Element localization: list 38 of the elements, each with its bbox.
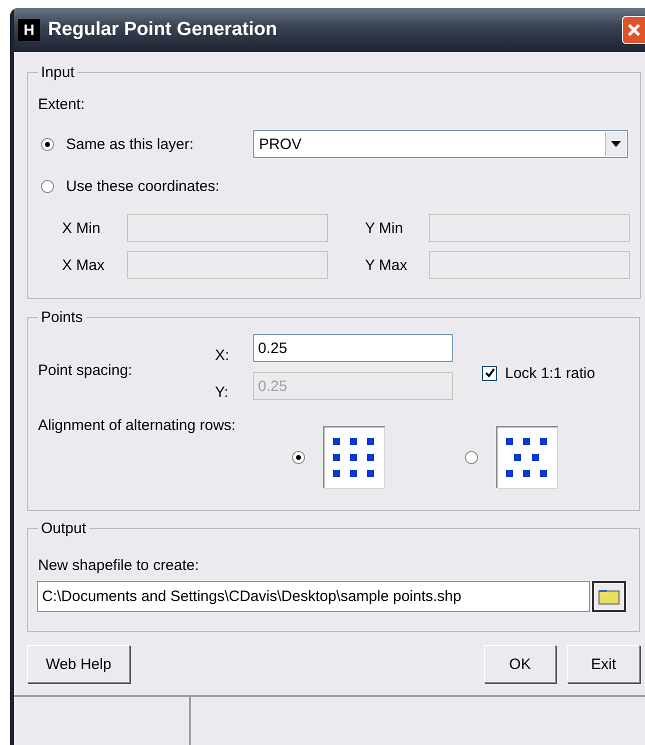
dropdown-arrow-button[interactable] [605, 132, 626, 156]
checkbox-label: Lock 1:1 ratio [505, 364, 596, 382]
staggered-pattern-icon [496, 426, 558, 489]
file-path-field[interactable]: C:\Documents and Settings\CDavis\Desktop\sample points.shp [37, 581, 590, 612]
output-label: New shapefile to create: [38, 557, 200, 574]
caret-icon [611, 141, 621, 147]
radio-button[interactable] [41, 138, 54, 150]
app-icon: H [18, 19, 40, 41]
extent-label: Extent: [38, 95, 86, 115]
layer-dropdown[interactable]: PROV [253, 130, 628, 158]
close-icon [627, 23, 641, 37]
spacing-field[interactable]: 0.25 [253, 334, 453, 362]
group-label: Points [40, 309, 84, 326]
option-label: Use these coordinates: [66, 178, 220, 194]
group-label: Input [40, 64, 76, 81]
folder-icon [598, 588, 620, 604]
exit-button[interactable]: Exit [567, 645, 640, 683]
check-icon [484, 368, 494, 378]
radio-button[interactable] [292, 451, 305, 464]
coordinate-label: X Min [62, 220, 102, 236]
web-help-button[interactable]: Web Help [27, 645, 130, 683]
option-label: Same as this layer: [66, 136, 194, 152]
spacing-label: Point spacing: [38, 362, 134, 381]
ok-button[interactable]: OK [484, 645, 556, 683]
group-label: Output [40, 520, 88, 537]
browse-button[interactable] [592, 581, 626, 612]
axis-label: Y: [215, 384, 230, 401]
radio-button[interactable] [41, 180, 54, 192]
alignment-label: Alignment of alternating rows: [38, 417, 237, 434]
window-title: Regular Point Generation [48, 19, 278, 41]
coordinate-label: Y Min [364, 220, 404, 236]
grid-pattern-icon [323, 426, 385, 489]
coordinate-label: Y Max [364, 256, 408, 274]
axis-label: X: [215, 347, 230, 364]
close-button[interactable] [622, 16, 645, 44]
coordinate-label: X Max [62, 256, 106, 274]
checkbox[interactable] [482, 366, 497, 380]
radio-button[interactable] [465, 451, 478, 464]
